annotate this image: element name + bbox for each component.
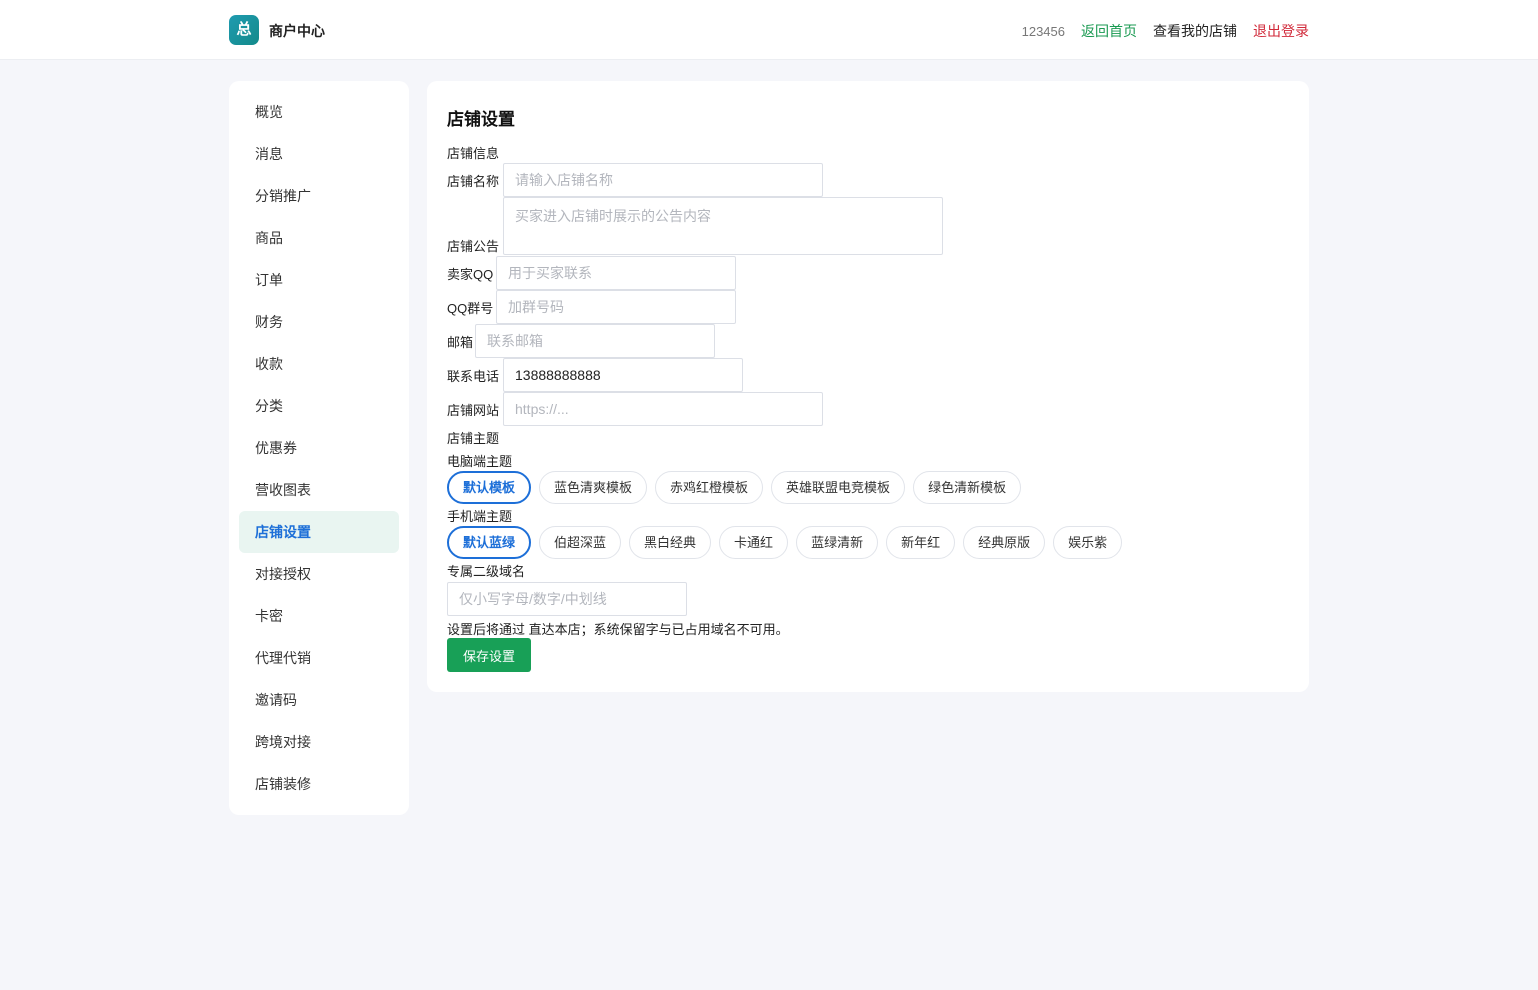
sidebar-item[interactable]: 分销推广	[239, 175, 399, 217]
view-store-link[interactable]: 查看我的店铺	[1153, 21, 1237, 41]
subdomain-input[interactable]	[447, 582, 687, 616]
seller-qq-input[interactable]	[496, 256, 736, 290]
sidebar-item[interactable]: 消息	[239, 133, 399, 175]
page-title: 店铺设置	[447, 110, 515, 129]
email-label: 邮箱	[447, 335, 474, 350]
sidebar-item[interactable]: 财务	[239, 301, 399, 343]
mobile-theme-label: 手机端主题	[447, 509, 513, 524]
pc-theme-option[interactable]: 绿色清新模板	[913, 471, 1022, 504]
sidebar-item[interactable]: 店铺设置	[239, 511, 399, 553]
sidebar-item[interactable]: 概览	[239, 91, 399, 133]
section-store-theme: 店铺主题	[447, 431, 500, 446]
qq-group-label: QQ群号	[447, 301, 494, 316]
mobile-theme-option[interactable]: 默认蓝绿	[447, 526, 532, 559]
website-label: 店铺网站	[447, 403, 500, 418]
sidebar-item[interactable]: 订单	[239, 259, 399, 301]
sidebar-item[interactable]: 营收图表	[239, 469, 399, 511]
logout-link[interactable]: 退出登录	[1253, 21, 1309, 41]
pc-theme-option[interactable]: 赤鸡红橙模板	[655, 471, 764, 504]
sidebar-item[interactable]: 优惠券	[239, 427, 399, 469]
settings-panel: 店铺设置 店铺信息 店铺名称 店铺公告 卖家QQ QQ群号 邮箱 联系电话 店铺…	[427, 81, 1309, 692]
sidebar-item[interactable]: 商品	[239, 217, 399, 259]
home-link[interactable]: 返回首页	[1081, 21, 1137, 41]
mobile-theme-option[interactable]: 卡通红	[719, 526, 789, 559]
mobile-theme-options: 默认蓝绿 伯超深蓝 黑白经典 卡通红 蓝绿清新 新年红 经典原版 娱乐紫	[447, 526, 1123, 559]
store-notice-label: 店铺公告	[447, 239, 500, 254]
section-store-info: 店铺信息	[447, 146, 500, 161]
sidebar-item[interactable]: 对接授权	[239, 553, 399, 595]
sidebar-item[interactable]: 邀请码	[239, 679, 399, 721]
phone-label: 联系电话	[447, 369, 500, 384]
header-nav: 123456 返回首页 查看我的店铺 退出登录	[1022, 21, 1309, 41]
sidebar-item[interactable]: 收款	[239, 343, 399, 385]
store-name-label: 店铺名称	[447, 174, 500, 189]
sidebar-item[interactable]: 代理代销	[239, 637, 399, 679]
mobile-theme-option[interactable]: 新年红	[886, 526, 956, 559]
seller-qq-label: 卖家QQ	[447, 267, 494, 282]
top-bar: 总 商户中心 123456 返回首页 查看我的店铺 退出登录	[0, 0, 1538, 60]
sidebar: 概览 消息 分销推广 商品 订单 财务 收款 分类 优惠券 营收图表 店铺设置 对接授权 卡密 代理代销邀…	[229, 81, 409, 815]
user-id: 123456	[1021, 23, 1065, 39]
sidebar-item[interactable]: 卡密	[239, 595, 399, 637]
pc-theme-option[interactable]: 默认模板	[447, 471, 532, 504]
subdomain-note: 设置后将通过 直达本店；系统保留字与已占用域名不可用。	[447, 622, 789, 637]
brand-title: 商户中心	[269, 23, 325, 39]
store-notice-textarea[interactable]	[503, 197, 943, 255]
sidebar-item[interactable]: 店铺装修	[239, 763, 399, 805]
save-settings-button[interactable]: 保存设置	[447, 638, 531, 672]
website-input[interactable]	[503, 392, 823, 426]
pc-theme-option[interactable]: 蓝色清爽模板	[539, 471, 648, 504]
store-name-input[interactable]	[503, 163, 823, 197]
phone-input[interactable]	[503, 358, 743, 392]
pc-theme-options: 默认模板 蓝色清爽模板 赤鸡红橙模板 英雄联盟电竞模板 绿色清新模板	[447, 471, 1022, 504]
mobile-theme-option[interactable]: 黑白经典	[629, 526, 712, 559]
logo-icon: 总	[229, 15, 259, 45]
mobile-theme-option[interactable]: 蓝绿清新	[796, 526, 879, 559]
pc-theme-option[interactable]: 英雄联盟电竞模板	[771, 471, 906, 504]
email-input[interactable]	[475, 324, 715, 358]
sidebar-item[interactable]: 分类	[239, 385, 399, 427]
subdomain-label: 专属二级域名	[447, 564, 526, 579]
mobile-theme-option[interactable]: 伯超深蓝	[539, 526, 622, 559]
mobile-theme-option[interactable]: 娱乐紫	[1053, 526, 1123, 559]
pc-theme-label: 电脑端主题	[447, 454, 513, 469]
qq-group-input[interactable]	[496, 290, 736, 324]
sidebar-item[interactable]: 跨境对接	[239, 721, 399, 763]
mobile-theme-option[interactable]: 经典原版	[963, 526, 1046, 559]
